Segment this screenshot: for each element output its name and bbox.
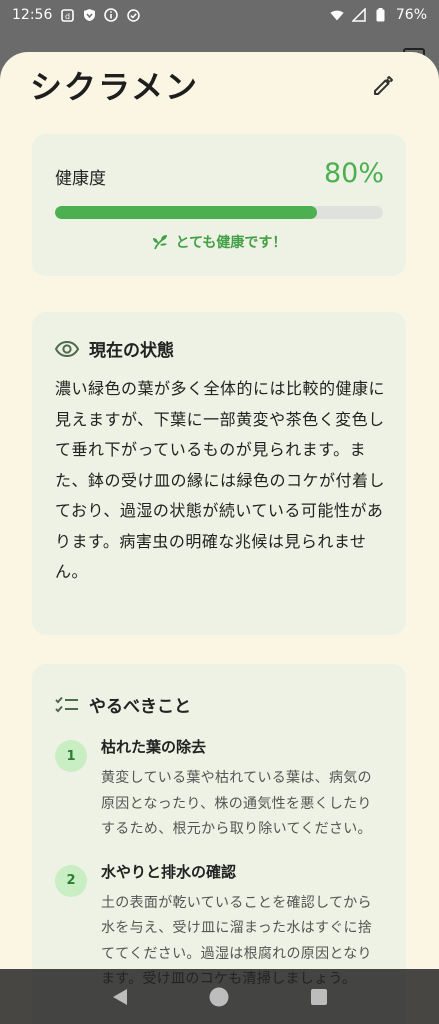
battery-level: 76% xyxy=(395,7,427,23)
system-nav-bar xyxy=(0,969,439,1024)
checklist-icon xyxy=(55,696,78,712)
current-status-card: 現在の状態 濃い緑色の葉が多く全体的には比較的健康に見えますが、下葉に一部黄変や… xyxy=(32,312,406,635)
todo-item-title: 枯れた葉の除去 xyxy=(101,738,207,756)
sprout-icon xyxy=(152,235,167,250)
info-icon xyxy=(104,8,119,22)
status-bar: 12:56 d 76% xyxy=(0,0,439,30)
recents-button[interactable] xyxy=(307,985,331,1009)
todo-number-badge: 2 xyxy=(55,864,87,897)
home-circle-icon xyxy=(209,987,229,1006)
home-button[interactable] xyxy=(207,985,231,1009)
current-status-text: 濃い緑色の葉が多く全体的には比較的健康に見えますが、下葉に一部黄変や茶色く変色し… xyxy=(55,379,386,581)
plant-name-title: シクラメン xyxy=(30,68,200,106)
check-circle-icon xyxy=(126,8,140,22)
status-time: 12:56 xyxy=(12,7,53,23)
health-progress-fill xyxy=(55,206,318,219)
todo-header: やるべきこと xyxy=(55,692,191,717)
todo-item: 1 枯れた葉の除去 黄変している葉や枯れている葉は、病気の原因となったり、株の通… xyxy=(55,736,385,843)
health-message: とても健康です！ xyxy=(32,232,406,252)
current-status-header: 現在の状態 xyxy=(55,336,174,361)
pencil-icon xyxy=(374,76,393,95)
back-button[interactable] xyxy=(108,985,132,1009)
health-card: 健康度 80% とても健康です！ xyxy=(32,134,406,276)
shield-icon xyxy=(82,8,96,22)
battery-icon xyxy=(374,8,388,22)
recents-square-icon xyxy=(311,988,328,1005)
edit-button[interactable] xyxy=(369,72,397,100)
todo-item-description: 黄変している葉や枯れている葉は、病気の原因となったり、株の通気性を悪くしたりする… xyxy=(101,770,372,837)
todo-title: やるべきこと xyxy=(89,697,191,717)
wifi-icon xyxy=(330,8,344,22)
health-progress-bar xyxy=(55,206,383,219)
signal-icon xyxy=(351,8,366,22)
todo-number-badge: 1 xyxy=(55,740,87,772)
health-label: 健康度 xyxy=(55,169,106,189)
back-triangle-icon xyxy=(112,988,127,1005)
svg-text:d: d xyxy=(65,12,70,21)
notification-icon: d xyxy=(60,8,74,22)
plant-detail-sheet: シクラメン 健康度 80% とても健康です！ 現在の状態 濃い緑色の葉が多く全体… xyxy=(0,52,439,1024)
todo-item-title: 水やりと排水の確認 xyxy=(101,862,237,881)
health-message-text: とても健康です！ xyxy=(175,235,287,251)
eye-icon xyxy=(55,340,79,357)
current-status-title: 現在の状態 xyxy=(89,341,174,361)
health-value: 80% xyxy=(323,158,384,189)
